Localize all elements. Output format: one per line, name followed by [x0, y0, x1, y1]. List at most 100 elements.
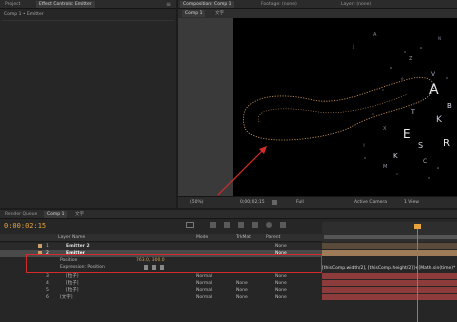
- layer-bar[interactable]: [322, 273, 457, 279]
- svg-text:R: R: [443, 138, 450, 149]
- svg-text:K: K: [393, 152, 398, 160]
- layer-bar[interactable]: [322, 280, 457, 286]
- layer-name-header[interactable]: Layer Name: [58, 235, 85, 240]
- tab-footage[interactable]: Footage: (none): [258, 1, 300, 8]
- viewer-tabbar: Composition: Comp 1 Footage: (none) Laye…: [178, 0, 457, 9]
- draft-3d-icon[interactable]: [224, 222, 230, 228]
- frame-blending-icon[interactable]: [252, 222, 258, 228]
- work-area-bar[interactable]: [324, 235, 457, 239]
- graph-editor-icon[interactable]: [280, 222, 286, 228]
- tab-effect-controls[interactable]: Effect Controls: Emitter: [36, 1, 95, 8]
- layer-row[interactable]: 4 [粒子] Normal None None: [0, 280, 322, 287]
- viewer-timecode[interactable]: 0;00;02;15: [240, 200, 265, 205]
- shy-icon[interactable]: [238, 222, 244, 228]
- svg-text:E: E: [403, 127, 411, 141]
- parent-dropdown[interactable]: None: [275, 243, 287, 250]
- svg-text:Z: Z: [409, 56, 413, 62]
- timeline-column-headers: Layer Name Mode TrkMat Parent: [0, 234, 322, 242]
- layer-name[interactable]: [粒子]: [66, 287, 79, 294]
- mode-dropdown[interactable]: Normal: [196, 287, 212, 294]
- timeline-tool-icons: [200, 222, 310, 229]
- views-dropdown[interactable]: 1 View: [404, 200, 419, 205]
- trkmat-dropdown[interactable]: None: [236, 280, 248, 287]
- svg-text:C: C: [423, 158, 427, 165]
- annotation-highlight-box: [26, 254, 322, 273]
- parent-dropdown[interactable]: None: [275, 287, 287, 294]
- tab-project[interactable]: Project: [2, 1, 23, 8]
- current-time-handle[interactable]: [414, 224, 421, 229]
- trkmat-header[interactable]: TrkMat: [236, 235, 251, 240]
- layer-name[interactable]: [粒子]: [66, 273, 79, 280]
- layer-row[interactable]: 1 Emitter 2 None: [0, 243, 322, 250]
- timeline-timecode[interactable]: 0:00:02:15: [4, 222, 46, 230]
- camera-icon[interactable]: [272, 200, 277, 205]
- panel-menu-icon[interactable]: ≡: [166, 1, 173, 8]
- mode-dropdown[interactable]: Normal: [196, 294, 212, 301]
- svg-text:y: y: [363, 142, 366, 147]
- parent-dropdown[interactable]: None: [275, 294, 287, 301]
- layer-bar[interactable]: [322, 287, 457, 293]
- layer-name[interactable]: [文字]: [60, 294, 73, 301]
- svg-text:M: M: [383, 164, 387, 170]
- effect-controls-layer-path: Comp 1 • Emitter: [4, 12, 44, 17]
- mode-dropdown[interactable]: Normal: [196, 273, 212, 280]
- zoom-dropdown[interactable]: (50%): [190, 200, 204, 205]
- motion-blur-icon[interactable]: [266, 222, 272, 228]
- particle-dots: [364, 47, 448, 179]
- left-panel: Project Effect Controls: Emitter ≡ Comp …: [0, 0, 176, 208]
- tab-render-queue[interactable]: Render Queue: [2, 211, 40, 218]
- svg-text:N: N: [438, 36, 441, 41]
- layer-color-label: [38, 244, 42, 248]
- svg-text:A: A: [429, 82, 439, 98]
- left-panel-tabbar: Project Effect Controls: Emitter ≡: [0, 0, 176, 9]
- comp-flowchart-icon[interactable]: [210, 222, 216, 228]
- tab-timeline-comp1[interactable]: Comp 1: [44, 211, 68, 218]
- layer-row[interactable]: 6 [文字] Normal None None: [0, 294, 322, 301]
- timeline-tabbar: Render Queue Comp 1 文字: [0, 210, 457, 219]
- layer-name[interactable]: Emitter 2: [66, 243, 90, 250]
- composition-canvas[interactable]: A E K S R K T X B C Z A N V e M y J: [233, 18, 457, 196]
- subtab-text[interactable]: 文字: [212, 10, 227, 17]
- expression-field[interactable]: [thisComp.width/2], [thisComp.height/2]]…: [322, 265, 457, 272]
- layer-number: 1: [46, 244, 49, 249]
- parent-dropdown[interactable]: None: [275, 273, 287, 280]
- tab-timeline-text[interactable]: 文字: [72, 211, 87, 218]
- mode-dropdown[interactable]: Normal: [196, 280, 212, 287]
- parent-dropdown[interactable]: None: [275, 280, 287, 287]
- svg-text:K: K: [436, 115, 443, 125]
- layer-name[interactable]: [粒子]: [66, 280, 79, 287]
- layer-bar[interactable]: [322, 243, 457, 249]
- annotation-arrow-tail: [217, 176, 237, 196]
- layer-bar[interactable]: [322, 294, 457, 300]
- particle-letters: A E K S R K T X B C Z A N V e M y J: [352, 32, 452, 170]
- layer-row[interactable]: 5 [粒子] Normal None None: [0, 287, 322, 294]
- trkmat-dropdown[interactable]: None: [236, 294, 248, 301]
- svg-text:A: A: [373, 32, 377, 38]
- subtab-comp1[interactable]: Comp 1: [182, 10, 206, 17]
- svg-text:e: e: [401, 76, 404, 81]
- composition-viewer-panel: Composition: Comp 1 Footage: (none) Laye…: [178, 0, 457, 208]
- timeline-search-icon[interactable]: [186, 222, 194, 228]
- motion-path-inner: [257, 93, 409, 123]
- layer-row[interactable]: 3 [粒子] Normal None: [0, 273, 322, 280]
- tab-layer[interactable]: Layer: (none): [338, 1, 374, 8]
- svg-text:B: B: [447, 102, 452, 110]
- svg-text:V: V: [431, 71, 436, 78]
- layer-number: 4: [46, 281, 49, 286]
- tab-composition[interactable]: Composition: Comp 1: [180, 1, 235, 8]
- parent-header[interactable]: Parent: [266, 235, 280, 240]
- viewer-subtabbar: Comp 1 文字: [178, 9, 457, 18]
- timeline-panel: Render Queue Comp 1 文字 0:00:02:15 Layer …: [0, 210, 457, 322]
- svg-text:T: T: [410, 109, 415, 116]
- current-time-indicator[interactable]: [417, 226, 418, 322]
- trkmat-dropdown[interactable]: None: [236, 287, 248, 294]
- layer-number: 3: [46, 274, 49, 279]
- camera-dropdown[interactable]: Active Camera: [354, 200, 387, 205]
- panel-divider: [2, 20, 174, 21]
- resolution-dropdown[interactable]: Full: [296, 200, 304, 205]
- mode-header[interactable]: Mode: [196, 235, 208, 240]
- canvas-artwork: A E K S R K T X B C Z A N V e M y J: [233, 32, 452, 181]
- layer-bar-selected[interactable]: [322, 250, 457, 256]
- layer-number: 6: [46, 295, 49, 300]
- time-ruler[interactable]: [322, 222, 457, 242]
